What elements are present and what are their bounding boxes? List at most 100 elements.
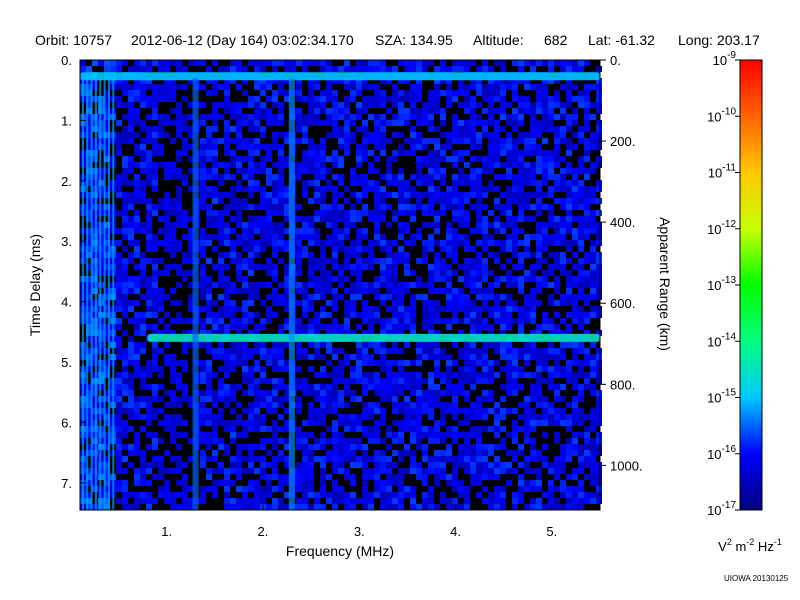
heatmap-cell <box>494 216 500 222</box>
heatmap-cell <box>146 84 152 90</box>
heatmap-cell <box>452 60 458 66</box>
heatmap-cell <box>428 468 434 474</box>
heatmap-cell <box>380 342 386 348</box>
heatmap-cell <box>170 168 176 174</box>
heatmap-cell <box>302 390 308 396</box>
heatmap-cell <box>302 378 308 384</box>
heatmap-cell <box>206 312 212 318</box>
heatmap-cell <box>512 180 518 186</box>
heatmap-cell <box>350 492 356 498</box>
heatmap-cell <box>338 468 344 474</box>
heatmap-cell <box>314 60 320 66</box>
heatmap-cell <box>572 438 578 444</box>
heatmap-cell <box>158 84 164 90</box>
heatmap-cell <box>134 360 140 366</box>
heatmap-cell <box>542 150 548 156</box>
heatmap-cell <box>314 84 320 90</box>
heatmap-cell <box>512 282 518 288</box>
heatmap-cell <box>590 426 596 432</box>
heatmap-cell <box>152 444 158 450</box>
heatmap-cell <box>242 426 248 432</box>
heatmap-cell <box>134 468 140 474</box>
heatmap-cell <box>452 186 458 192</box>
heatmap-cell <box>176 444 182 450</box>
heatmap-cell <box>590 366 596 372</box>
heatmap-cell <box>248 408 254 414</box>
heatmap-cell <box>224 300 230 306</box>
heatmap-cell <box>422 306 428 312</box>
heatmap-cell <box>122 456 128 462</box>
heatmap-cell <box>398 372 404 378</box>
heatmap-cell <box>248 126 254 132</box>
heatmap-cell <box>440 276 446 282</box>
heatmap-cell <box>170 390 176 396</box>
heatmap-cell <box>134 66 140 72</box>
heatmap-cell <box>254 480 260 486</box>
heatmap-cell <box>146 276 152 282</box>
ionogram-chart: 1. 2. 3. 4. 5.0.1.2.3.4.5.6.7.0.200.400.600.… <box>27 50 782 559</box>
heatmap-cell <box>344 312 350 318</box>
heatmap-cell <box>254 504 260 510</box>
heatmap-cell <box>524 402 530 408</box>
heatmap-cell <box>158 126 164 132</box>
heatmap-cell <box>428 318 434 324</box>
colorbar-units-label: V2 m-2 Hz-1 <box>718 537 782 554</box>
heatmap-cell <box>266 348 272 354</box>
heatmap-cell <box>404 192 410 198</box>
heatmap-cell <box>128 384 134 390</box>
heatmap-cell <box>278 210 284 216</box>
heatmap-cell <box>260 192 266 198</box>
heatmap-cell <box>302 468 308 474</box>
heatmap-cell <box>500 174 506 180</box>
heatmap-cell <box>218 342 224 348</box>
heatmap-cell <box>266 222 272 228</box>
heatmap-cell <box>152 96 158 102</box>
heatmap-cell <box>332 210 338 216</box>
heatmap-cell <box>116 450 122 456</box>
heatmap-cell <box>134 132 140 138</box>
heatmap-cell <box>560 468 566 474</box>
heatmap-cell <box>530 390 536 396</box>
heatmap-cell <box>464 120 470 126</box>
heatmap-cell <box>494 318 500 324</box>
colorbar: 10-910-1010-1110-1210-1310-1410-1510-161… <box>707 50 782 554</box>
heatmap-cell <box>404 360 410 366</box>
heatmap-cell <box>452 456 458 462</box>
heatmap-cell <box>434 438 440 444</box>
heatmap-cell <box>560 504 566 510</box>
heatmap-cell <box>428 120 434 126</box>
heatmap-cell <box>434 168 440 174</box>
heatmap-cell <box>584 252 590 258</box>
heatmap-cell <box>416 258 422 264</box>
heatmap-cell <box>560 456 566 462</box>
heatmap-cell <box>176 114 182 120</box>
heatmap-cell <box>356 414 362 420</box>
heatmap-cell <box>122 486 128 492</box>
heatmap-cell <box>398 258 404 264</box>
heatmap-cell <box>278 426 284 432</box>
heatmap-cell <box>560 114 566 120</box>
heatmap-cell <box>350 306 356 312</box>
heatmap-cell <box>344 306 350 312</box>
heatmap-cell <box>518 114 524 120</box>
heatmap-cell <box>200 168 206 174</box>
heatmap-cell <box>320 192 326 198</box>
heatmap-cell <box>362 150 368 156</box>
heatmap-cell <box>200 252 206 258</box>
heatmap-cell <box>356 396 362 402</box>
heatmap-cell <box>518 66 524 72</box>
heatmap-cell <box>518 444 524 450</box>
heatmap-cell <box>308 420 314 426</box>
heatmap-cell <box>458 192 464 198</box>
heatmap-cell <box>482 426 488 432</box>
heatmap-cell <box>224 120 230 126</box>
heatmap-cell <box>152 264 158 270</box>
heatmap-cell <box>548 402 554 408</box>
heatmap-cell <box>170 366 176 372</box>
heatmap-cell <box>536 414 542 420</box>
heatmap-cell <box>590 192 596 198</box>
heatmap-cell <box>332 276 338 282</box>
heatmap-cell <box>374 312 380 318</box>
heatmap-cell <box>572 396 578 402</box>
heatmap-cell <box>254 288 260 294</box>
